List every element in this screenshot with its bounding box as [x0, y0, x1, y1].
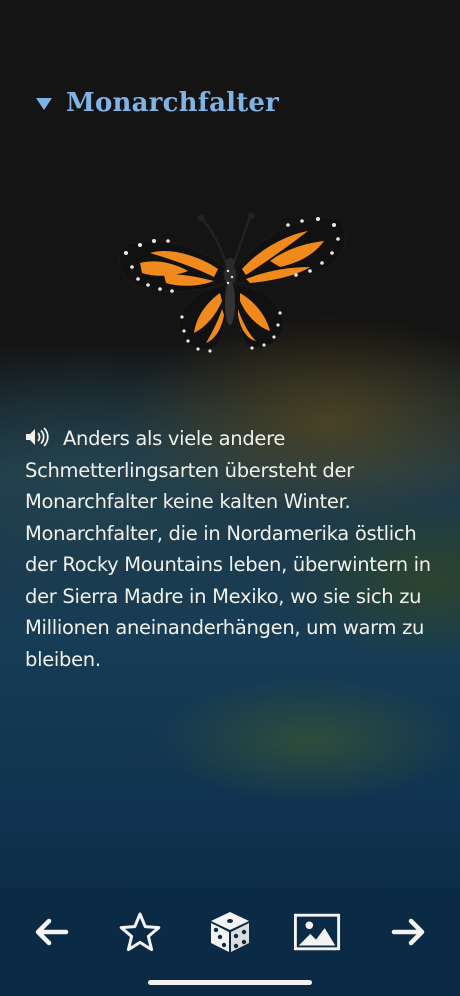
random-button[interactable] — [206, 908, 254, 956]
arrow-right-icon — [391, 918, 425, 946]
dice-icon — [211, 912, 249, 952]
arrow-left-icon — [35, 918, 69, 946]
home-indicator[interactable] — [148, 980, 312, 985]
next-button[interactable] — [384, 908, 432, 956]
monarch-butterfly-icon — [118, 212, 346, 353]
previous-button[interactable] — [28, 908, 76, 956]
page-title: Monarchfalter — [66, 88, 280, 118]
triangle-down-icon[interactable] — [36, 98, 52, 110]
images-button[interactable] — [293, 908, 341, 956]
image-icon — [293, 913, 341, 951]
description-text: Anders als viele andere Schmetterlingsar… — [25, 427, 431, 671]
favorite-button[interactable] — [116, 908, 164, 956]
speaker-icon[interactable] — [25, 427, 53, 447]
section-header[interactable]: Monarchfalter — [36, 88, 279, 118]
description-text-block: Anders als viele andere Schmetterlingsar… — [25, 423, 450, 675]
star-icon — [119, 912, 161, 952]
